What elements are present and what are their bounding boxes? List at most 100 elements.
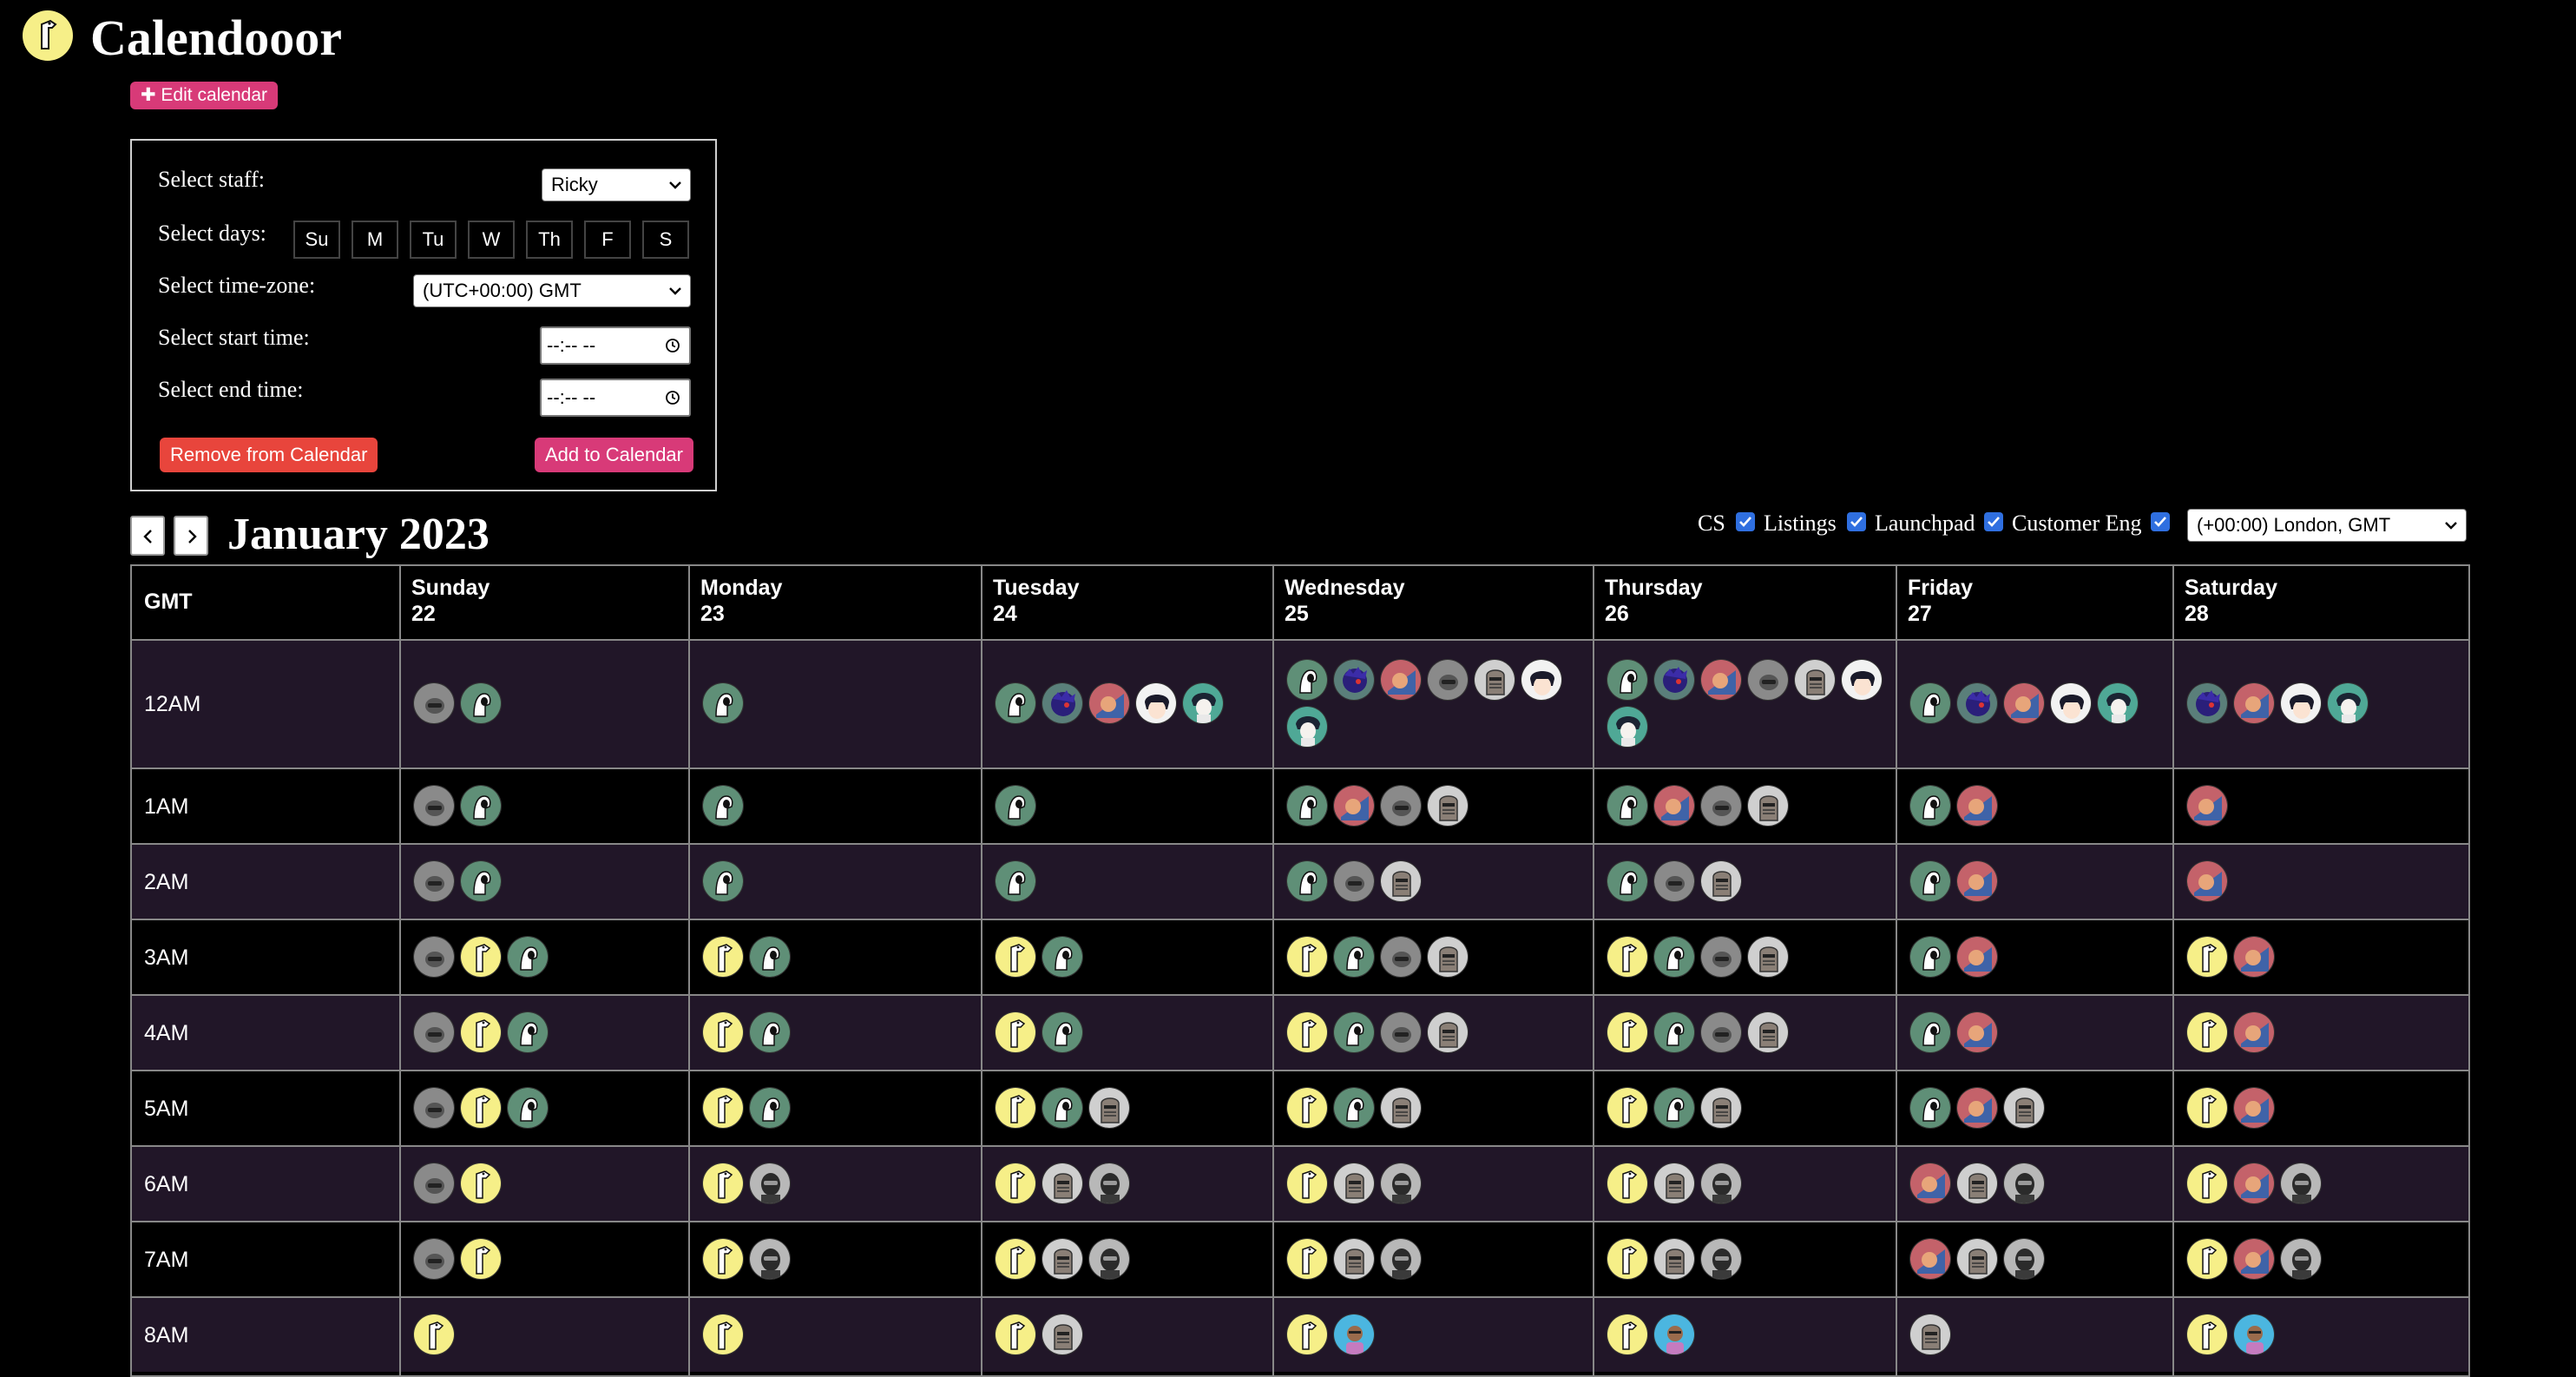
staff-avatar-green-icon[interactable]: [1909, 682, 1951, 724]
staff-avatar-silver-icon[interactable]: [2003, 1237, 2045, 1280]
staff-avatar-green-icon[interactable]: [507, 1011, 549, 1053]
staff-avatar-green-icon[interactable]: [1909, 1011, 1951, 1053]
staff-avatar-knight-icon[interactable]: [1427, 784, 1469, 827]
staff-avatar-green-icon[interactable]: [1286, 860, 1328, 902]
day-toggle-sunday[interactable]: Su: [293, 221, 340, 259]
staff-avatar-gray-icon[interactable]: [1380, 784, 1422, 827]
staff-avatar-yellow-icon[interactable]: [1286, 1011, 1328, 1053]
staff-avatar-yellow-icon[interactable]: [702, 1237, 744, 1280]
end-time-input[interactable]: --:-- --: [540, 379, 691, 417]
staff-avatar-gray-icon[interactable]: [1653, 860, 1695, 902]
staff-avatar-yellow-icon[interactable]: [995, 1011, 1036, 1053]
staff-avatar-yellow-icon[interactable]: [460, 935, 502, 978]
staff-avatar-yellow-icon[interactable]: [702, 935, 744, 978]
start-time-input[interactable]: --:-- --: [540, 326, 691, 365]
staff-avatar-yellow-icon[interactable]: [2186, 1086, 2228, 1129]
staff-avatar-knight-icon[interactable]: [1653, 1237, 1695, 1280]
clock-icon[interactable]: [665, 390, 680, 405]
staff-avatar-anime-icon[interactable]: [1521, 659, 1562, 701]
staff-avatar-knight-icon[interactable]: [1909, 1313, 1951, 1355]
staff-avatar-pink-icon[interactable]: [1956, 1086, 1998, 1129]
staff-avatar-yellow-icon[interactable]: [2186, 1313, 2228, 1355]
staff-avatar-gray-icon[interactable]: [1380, 1011, 1422, 1053]
staff-avatar-knight-icon[interactable]: [1700, 860, 1742, 902]
staff-avatar-gray-icon[interactable]: [1700, 1011, 1742, 1053]
staff-avatar-knight-icon[interactable]: [1700, 1086, 1742, 1129]
staff-avatar-gray-icon[interactable]: [413, 860, 455, 902]
staff-avatar-pink-icon[interactable]: [1956, 1011, 1998, 1053]
staff-avatar-yellow-icon[interactable]: [995, 935, 1036, 978]
add-to-calendar-button[interactable]: Add to Calendar: [535, 438, 693, 472]
staff-avatar-green-icon[interactable]: [995, 784, 1036, 827]
staff-avatar-pink-icon[interactable]: [2186, 784, 2228, 827]
staff-avatar-green-icon[interactable]: [749, 1086, 791, 1129]
staff-avatar-anime-icon[interactable]: [2050, 682, 2092, 724]
staff-avatar-teal-icon[interactable]: [1286, 706, 1328, 748]
staff-avatar-knight-icon[interactable]: [1956, 1162, 1998, 1204]
staff-avatar-pink-icon[interactable]: [2233, 1162, 2275, 1204]
staff-avatar-yellow-icon[interactable]: [1607, 1086, 1648, 1129]
staff-avatar-knight-icon[interactable]: [1747, 1011, 1789, 1053]
staff-avatar-green-icon[interactable]: [702, 682, 744, 724]
staff-avatar-pink-icon[interactable]: [1088, 682, 1130, 724]
staff-avatar-purple-icon[interactable]: [2186, 682, 2228, 724]
staff-avatar-silver-icon[interactable]: [1700, 1162, 1742, 1204]
staff-avatar-pink-icon[interactable]: [2233, 1237, 2275, 1280]
staff-avatar-pink-icon[interactable]: [1333, 784, 1375, 827]
staff-avatar-silver-icon[interactable]: [1088, 1162, 1130, 1204]
staff-avatar-yellow-icon[interactable]: [1286, 1086, 1328, 1129]
day-toggle-wednesday[interactable]: W: [468, 221, 515, 259]
staff-avatar-yellow-icon[interactable]: [460, 1162, 502, 1204]
staff-avatar-green-icon[interactable]: [1909, 784, 1951, 827]
staff-avatar-knight-icon[interactable]: [1747, 784, 1789, 827]
staff-avatar-yellow-icon[interactable]: [702, 1086, 744, 1129]
staff-avatar-knight-icon[interactable]: [1088, 1086, 1130, 1129]
staff-avatar-green-icon[interactable]: [1607, 860, 1648, 902]
staff-avatar-green-icon[interactable]: [1333, 1011, 1375, 1053]
staff-avatar-knight-icon[interactable]: [1794, 659, 1836, 701]
staff-avatar-yellow-icon[interactable]: [702, 1162, 744, 1204]
staff-avatar-yellow-icon[interactable]: [1607, 1313, 1648, 1355]
staff-avatar-yellow-icon[interactable]: [995, 1313, 1036, 1355]
staff-avatar-gray-icon[interactable]: [413, 1011, 455, 1053]
staff-avatar-green-icon[interactable]: [1333, 935, 1375, 978]
staff-avatar-knight-icon[interactable]: [1380, 1086, 1422, 1129]
staff-avatar-yellow-icon[interactable]: [995, 1237, 1036, 1280]
staff-avatar-pink-icon[interactable]: [2003, 682, 2045, 724]
staff-avatar-gray-icon[interactable]: [413, 1237, 455, 1280]
staff-avatar-yellow-icon[interactable]: [1286, 1162, 1328, 1204]
staff-avatar-pink-icon[interactable]: [1909, 1162, 1951, 1204]
staff-avatar-knight-icon[interactable]: [1427, 935, 1469, 978]
staff-avatar-green-icon[interactable]: [995, 860, 1036, 902]
staff-avatar-gray-icon[interactable]: [1427, 659, 1469, 701]
day-toggle-monday[interactable]: M: [352, 221, 398, 259]
staff-avatar-purple-icon[interactable]: [1042, 682, 1083, 724]
staff-avatar-purple-icon[interactable]: [1956, 682, 1998, 724]
staff-avatar-yellow-icon[interactable]: [2186, 1011, 2228, 1053]
staff-avatar-pink-icon[interactable]: [2233, 1011, 2275, 1053]
staff-avatar-green-icon[interactable]: [1909, 860, 1951, 902]
staff-avatar-gray-icon[interactable]: [413, 1086, 455, 1129]
staff-avatar-knight-icon[interactable]: [1956, 1237, 1998, 1280]
staff-avatar-purple-icon[interactable]: [1333, 659, 1375, 701]
staff-avatar-green-icon[interactable]: [995, 682, 1036, 724]
staff-avatar-green-icon[interactable]: [460, 682, 502, 724]
staff-avatar-yellow-icon[interactable]: [2186, 935, 2228, 978]
staff-avatar-knight-icon[interactable]: [1474, 659, 1515, 701]
staff-avatar-yellow-icon[interactable]: [702, 1011, 744, 1053]
staff-avatar-yellow-icon[interactable]: [2186, 1162, 2228, 1204]
staff-avatar-gray-icon[interactable]: [1700, 935, 1742, 978]
staff-avatar-yellow-icon[interactable]: [995, 1162, 1036, 1204]
staff-avatar-yellow-icon[interactable]: [702, 1313, 744, 1355]
staff-avatar-green-icon[interactable]: [1607, 784, 1648, 827]
staff-avatar-blue-icon[interactable]: [2233, 1313, 2275, 1355]
day-toggle-thursday[interactable]: Th: [526, 221, 573, 259]
staff-avatar-silver-icon[interactable]: [2280, 1237, 2322, 1280]
staff-avatar-anime-icon[interactable]: [1135, 682, 1177, 724]
staff-avatar-pink-icon[interactable]: [1380, 659, 1422, 701]
staff-avatar-green-icon[interactable]: [1042, 1086, 1083, 1129]
filter-checkbox-launchpad[interactable]: [1984, 512, 2003, 531]
staff-avatar-yellow-icon[interactable]: [1286, 1237, 1328, 1280]
staff-avatar-pink-icon[interactable]: [2233, 682, 2275, 724]
staff-avatar-knight-icon[interactable]: [1042, 1237, 1083, 1280]
